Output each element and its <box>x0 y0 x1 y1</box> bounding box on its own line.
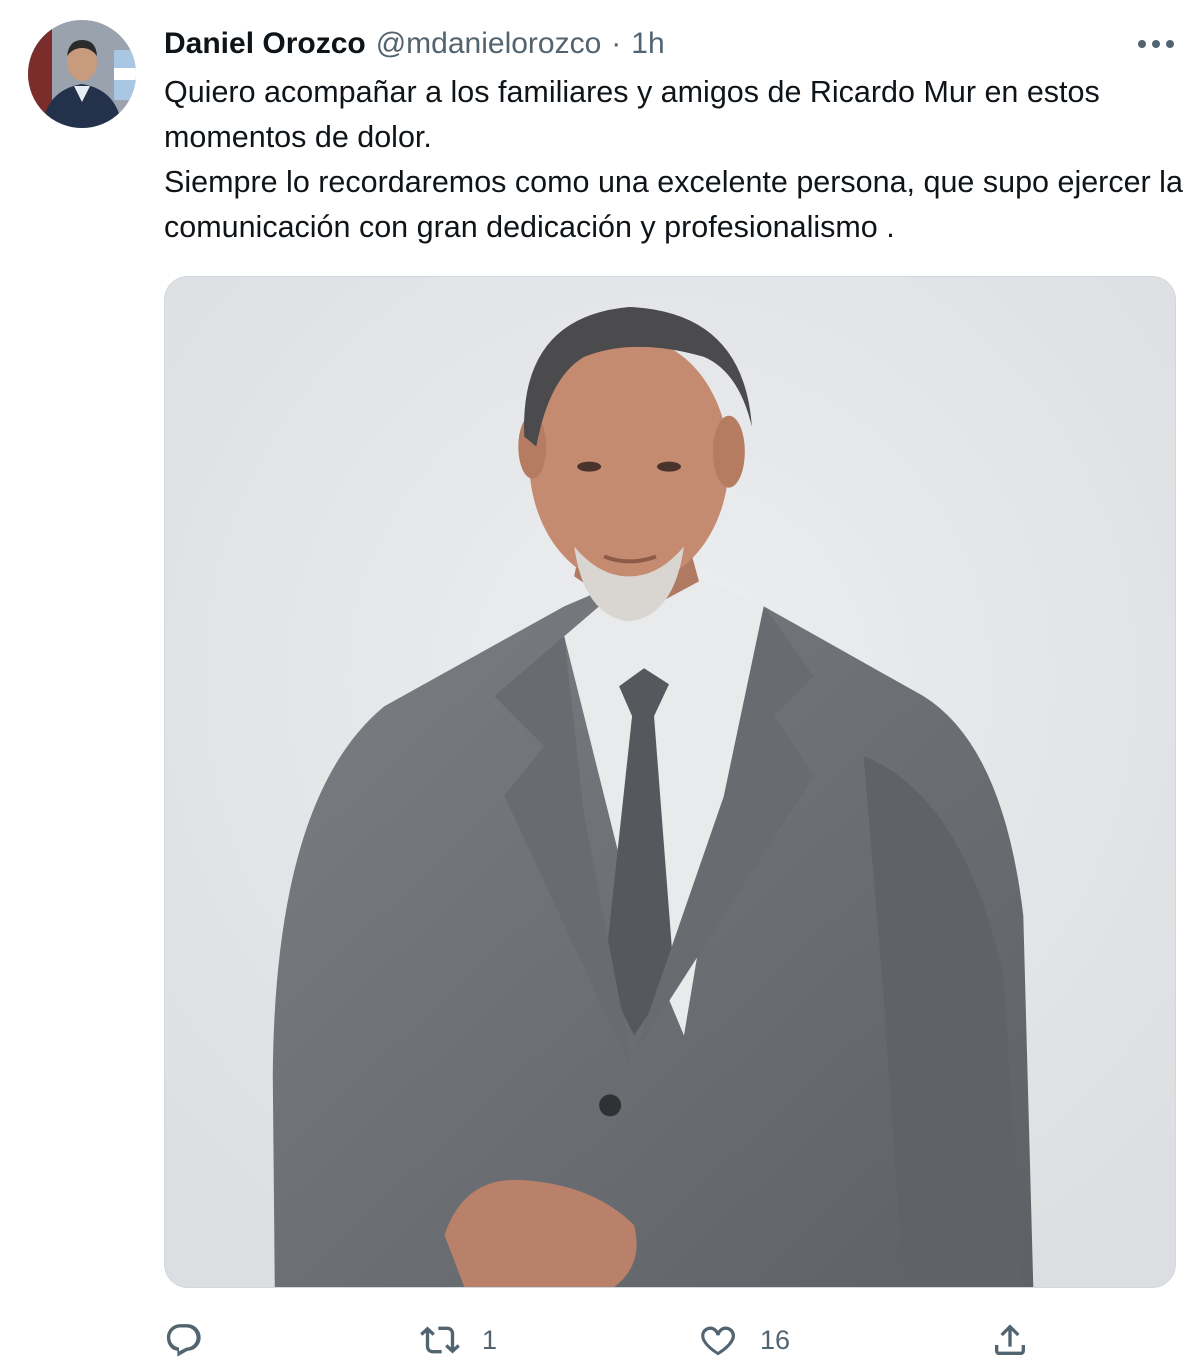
retweet-count: 1 <box>482 1324 498 1355</box>
like-count: 16 <box>760 1324 791 1355</box>
like-button[interactable]: 16 <box>698 1312 790 1368</box>
tweet-text: Quiero acompañar a los familiares y amig… <box>164 75 1183 244</box>
tweet-photo[interactable] <box>164 276 1176 1288</box>
author-name[interactable]: Daniel Orozco <box>164 27 366 61</box>
header-separator: · <box>611 27 622 60</box>
avatar-photo <box>28 20 136 128</box>
author-avatar[interactable] <box>28 20 136 128</box>
more-options-button[interactable] <box>1132 28 1180 60</box>
tweet[interactable]: Daniel Orozco @mdanielorozco · 1h Quiero… <box>0 0 1200 1372</box>
share-button[interactable] <box>990 1312 1030 1368</box>
retweet-button[interactable]: 1 <box>420 1312 497 1368</box>
reply-button[interactable] <box>164 1312 226 1368</box>
tweet-actions: 1 16 <box>164 1312 1176 1368</box>
tweet-header: Daniel Orozco @mdanielorozco · 1h <box>164 24 665 64</box>
heart-icon <box>701 1326 736 1356</box>
portrait-illustration <box>165 277 1175 1287</box>
tweet-timestamp[interactable]: 1h <box>631 27 664 61</box>
share-icon <box>995 1324 1025 1355</box>
more-icon <box>1138 40 1174 48</box>
reply-icon <box>166 1324 201 1357</box>
author-handle[interactable]: @mdanielorozco <box>376 27 602 61</box>
retweet-icon <box>420 1326 460 1354</box>
